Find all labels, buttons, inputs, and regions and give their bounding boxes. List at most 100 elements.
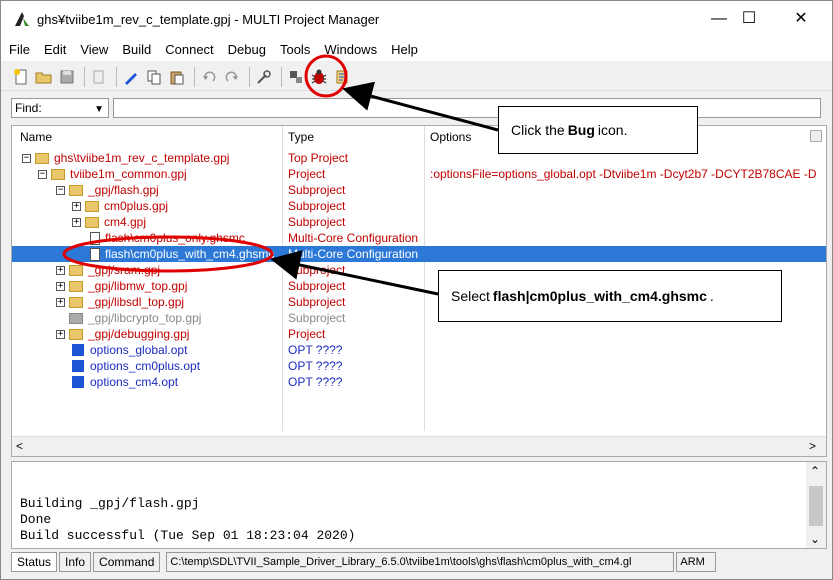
close-button[interactable]: ✕ [779, 7, 823, 31]
folder-icon [35, 152, 49, 164]
folder-icon [69, 328, 83, 340]
tree-row-type: Subproject [288, 263, 346, 277]
scroll-up-icon[interactable]: ⌃ [810, 464, 820, 478]
scroll-thumb[interactable] [809, 486, 823, 526]
menu-help[interactable]: Help [391, 42, 418, 57]
menu-debug[interactable]: Debug [228, 42, 266, 57]
collapse-icon[interactable]: − [22, 153, 31, 163]
scroll-left-icon[interactable]: < [16, 439, 23, 453]
output-line: Building _gpj/flash.gpj [20, 496, 200, 511]
menu-tools[interactable]: Tools [280, 42, 310, 57]
callout-bold: Bug [567, 122, 595, 138]
expand-icon[interactable]: + [56, 281, 65, 291]
file-icon [90, 231, 100, 245]
status-arch: ARM [676, 552, 717, 572]
save-icon[interactable] [57, 67, 77, 87]
maximize-button[interactable]: ☐ [727, 7, 771, 31]
tab-status[interactable]: Status [11, 552, 58, 572]
toolbar-separator [84, 66, 85, 87]
status-path: C:\temp\SDL\TVII_Sample_Driver_Library_6… [166, 552, 675, 572]
tree-row[interactable]: + cm0plus.gpj Subproject [12, 198, 812, 214]
folder-icon [69, 264, 83, 276]
expand-icon[interactable]: + [56, 297, 65, 307]
find-bar: Find: ▼ [1, 95, 832, 121]
bug-icon[interactable] [309, 67, 329, 87]
horizontal-scrollbar[interactable]: < > [12, 436, 826, 456]
tree-row-type: Subproject [288, 215, 346, 229]
edit-icon[interactable] [121, 67, 141, 87]
open-folder-icon[interactable] [34, 67, 54, 87]
expand-icon[interactable]: + [56, 265, 65, 275]
tree-row-type: Subproject [288, 199, 346, 213]
find-input[interactable] [113, 98, 821, 118]
file-icon [90, 247, 100, 261]
callout-text: . [709, 288, 714, 304]
tree-row-type: OPT ???? [288, 359, 343, 373]
expand-icon[interactable]: + [56, 329, 65, 339]
flash-icon[interactable] [286, 67, 306, 87]
menu-windows[interactable]: Windows [324, 42, 377, 57]
menu-file[interactable]: File [9, 42, 30, 57]
tree-row-name: cm0plus.gpj [104, 199, 169, 213]
tree-row-type: Project [288, 167, 326, 181]
folder-icon [69, 296, 83, 308]
tree-row-type: Subproject [288, 279, 346, 293]
tree-row-name: _gpj/sram.gpj [88, 263, 161, 277]
menu-view[interactable]: View [80, 42, 108, 57]
collapse-icon[interactable]: − [38, 169, 47, 179]
chevron-down-icon: ▼ [94, 104, 104, 115]
folder-icon [51, 168, 65, 180]
column-header-options[interactable]: Options [430, 130, 471, 144]
tree-row-options: :optionsFile=options_global.opt -Dtviibe… [430, 167, 817, 181]
copy-disabled-icon[interactable] [89, 67, 109, 87]
tree-row-name: ghs\tviibe1m_rev_c_template.gpj [54, 151, 230, 165]
undo-icon[interactable] [199, 67, 219, 87]
tree-row-selected[interactable]: flash\cm0plus_with_cm4.ghsmc Multi-Core … [12, 246, 826, 262]
settings-icon[interactable] [332, 67, 352, 87]
find-dropdown[interactable]: Find: ▼ [11, 98, 109, 118]
copy-icon[interactable] [144, 67, 164, 87]
column-header-name[interactable]: Name [20, 130, 52, 144]
opt-file-icon [72, 344, 84, 356]
tree-row[interactable]: + cm4.gpj Subproject [12, 214, 812, 230]
menu-edit[interactable]: Edit [44, 42, 66, 57]
opt-file-icon [72, 360, 84, 372]
callout-text: Select [451, 288, 490, 304]
redo-icon[interactable] [222, 67, 242, 87]
new-file-icon[interactable] [11, 67, 31, 87]
tab-info[interactable]: Info [59, 552, 92, 572]
scroll-right-icon[interactable]: > [809, 439, 816, 453]
menu-bar: File Edit View Build Connect Debug Tools… [1, 37, 832, 61]
menu-connect[interactable]: Connect [165, 42, 213, 57]
build-tools-icon[interactable] [254, 67, 274, 87]
toolbar-separator [281, 66, 282, 87]
tree-row-name: tviibe1m_common.gpj [70, 167, 187, 181]
tree-row-type: Top Project [288, 151, 349, 165]
tree-row[interactable]: − _gpj/flash.gpj Subproject [12, 182, 812, 198]
title-bar: ghs¥tviibe1m_rev_c_template.gpj - MULTI … [1, 1, 832, 37]
tab-command[interactable]: Command [93, 552, 161, 572]
collapse-icon[interactable]: − [56, 185, 65, 195]
expand-icon[interactable]: + [72, 201, 81, 211]
tree-row[interactable]: options_cm4.opt OPT ???? [12, 374, 812, 390]
tree-row-name: _gpj/flash.gpj [88, 183, 159, 197]
window-title: ghs¥tviibe1m_rev_c_template.gpj - MULTI … [37, 11, 380, 27]
tree-row[interactable]: + _gpj/debugging.gpj Project [12, 326, 812, 342]
paste-icon[interactable] [167, 67, 187, 87]
tree-row[interactable]: − tviibe1m_common.gpj Project :optionsFil… [12, 166, 817, 182]
tree-row[interactable]: flash\cm0plus_only.ghsmc Multi-Core Conf… [12, 230, 812, 246]
tree-row[interactable]: options_global.opt OPT ???? [12, 342, 812, 358]
folder-icon [69, 184, 83, 196]
toolbar-separator [249, 66, 250, 87]
column-header-type[interactable]: Type [288, 130, 314, 144]
tree-row[interactable]: options_cm0plus.opt OPT ???? [12, 358, 812, 374]
tree-row-type: Multi-Core Configuration [288, 247, 419, 261]
opt-file-icon [72, 376, 84, 388]
vertical-scrollbar[interactable]: ⌃ ⌄ [806, 462, 826, 548]
scroll-down-icon[interactable]: ⌄ [810, 532, 820, 546]
callout-text: icon. [597, 122, 628, 138]
menu-build[interactable]: Build [122, 42, 151, 57]
toolbar [1, 63, 832, 91]
expand-icon[interactable]: + [72, 217, 81, 227]
column-toggle-icon[interactable] [810, 130, 822, 142]
